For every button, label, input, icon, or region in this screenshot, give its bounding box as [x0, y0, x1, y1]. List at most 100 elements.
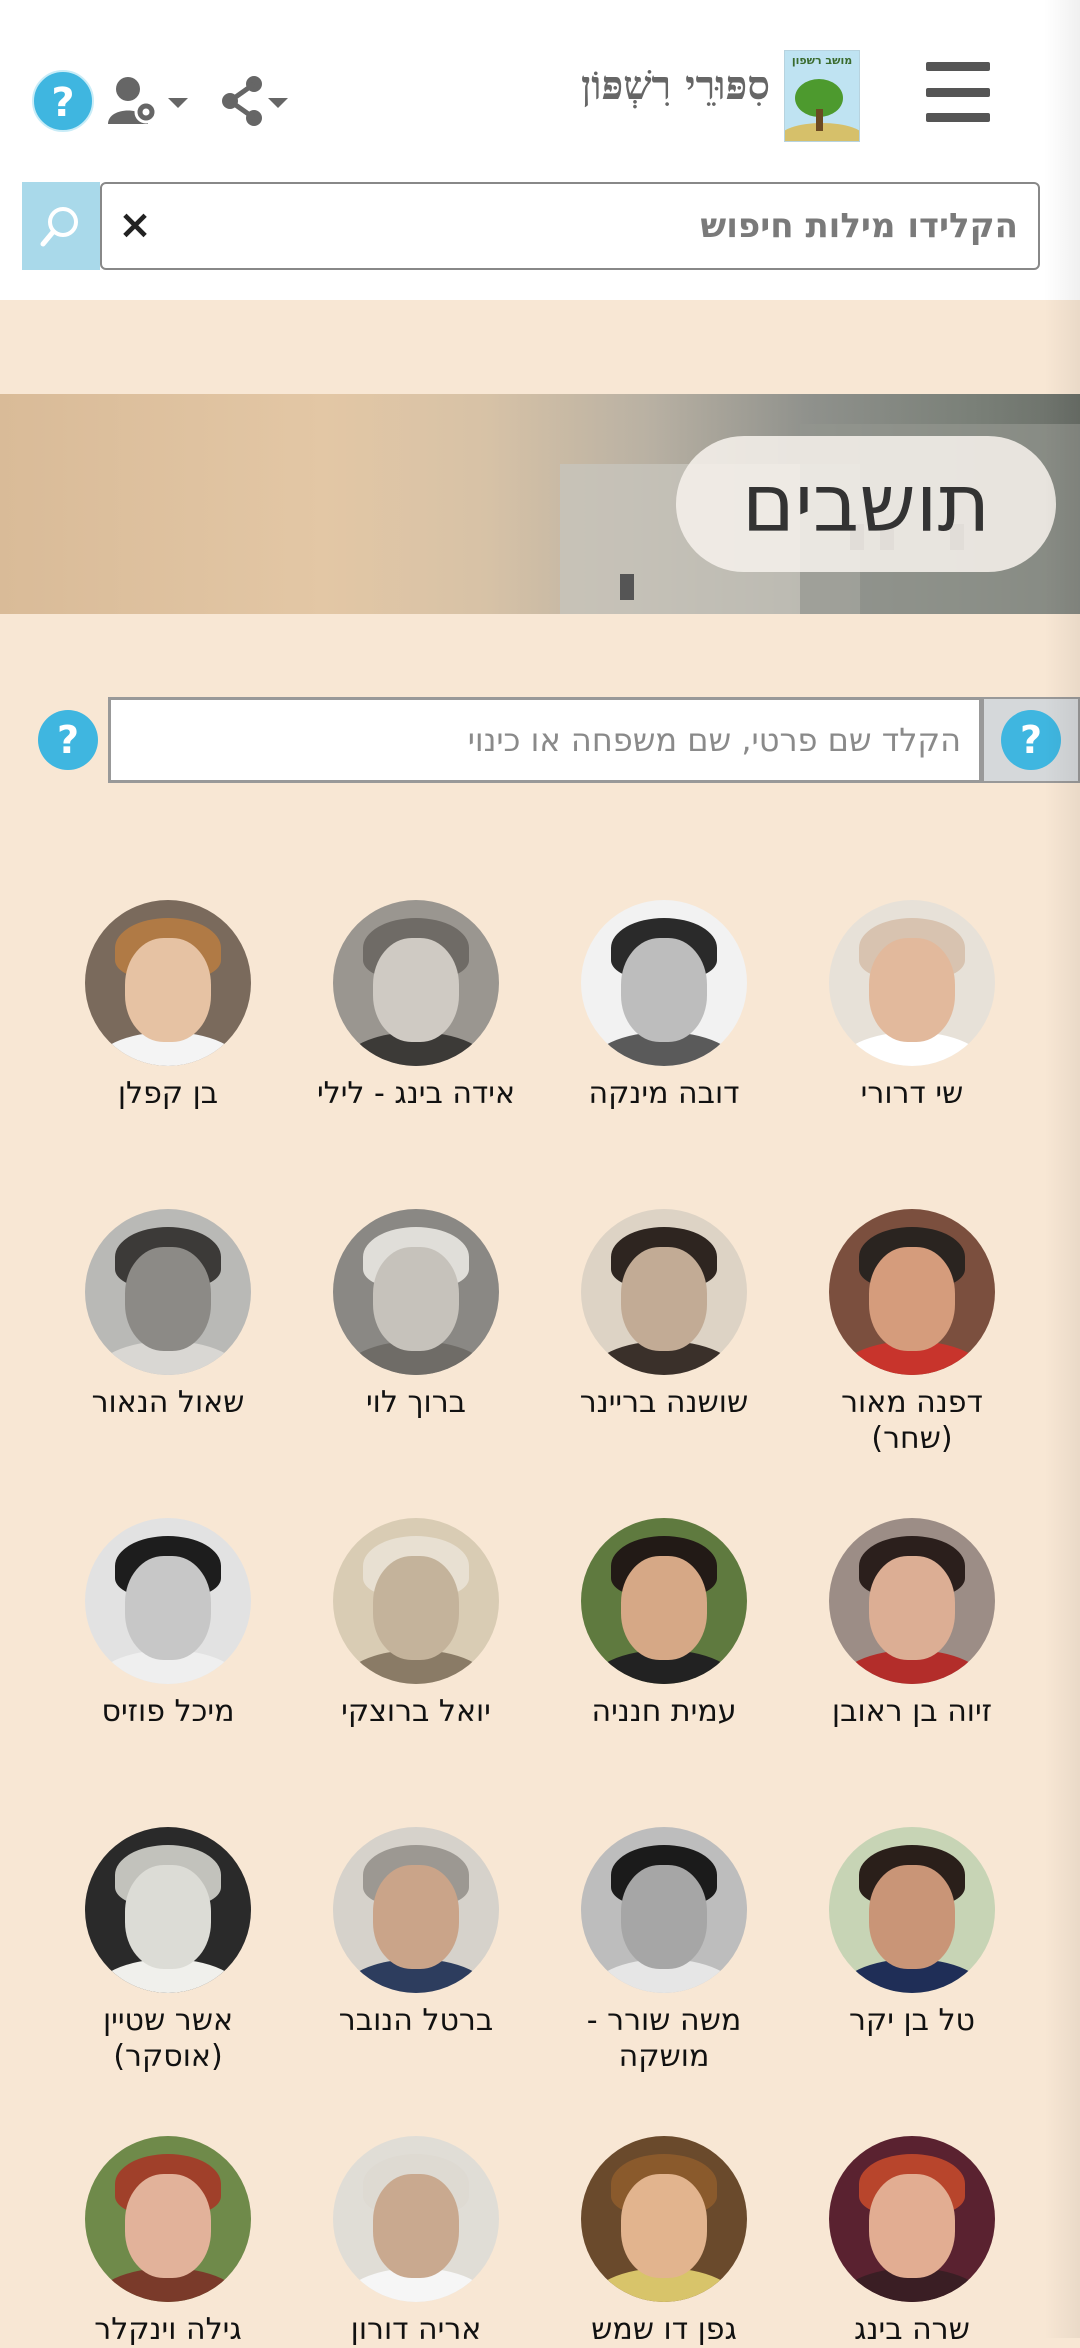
resident-name[interactable]: שי דרורי	[797, 1076, 1027, 1112]
resident-card[interactable]: אידה בינג - לילי	[301, 900, 531, 1112]
resident-photo[interactable]	[829, 2136, 995, 2302]
search-icon	[40, 207, 78, 247]
logo-text: מושב רשפון	[791, 54, 853, 67]
resident-card[interactable]: משה שורר - מושקה	[549, 1827, 779, 2075]
resident-name[interactable]: ברטל הנובר	[301, 2003, 531, 2039]
share-menu-button[interactable]	[218, 76, 290, 126]
resident-name[interactable]: בן קפלן	[53, 1076, 283, 1112]
resident-card[interactable]: גפן דו שמש	[549, 2136, 779, 2348]
resident-card[interactable]: שושנה בריינר	[549, 1209, 779, 1421]
resident-card[interactable]: זיוה בן ראובן	[797, 1518, 1027, 1730]
search-input[interactable]	[100, 182, 1040, 270]
photo-face	[869, 2174, 955, 2278]
resident-card[interactable]: טל בן יקר	[797, 1827, 1027, 2039]
resident-card[interactable]: שאול הנאור	[53, 1209, 283, 1421]
help-icon[interactable]: ?	[32, 70, 94, 132]
photo-face	[125, 1556, 211, 1660]
resident-name[interactable]: טל בן יקר	[797, 2003, 1027, 2039]
photo-face	[869, 1247, 955, 1351]
photo-face	[125, 1247, 211, 1351]
resident-photo[interactable]	[581, 2136, 747, 2302]
resident-card[interactable]: אריה דורון	[301, 2136, 531, 2348]
resident-name[interactable]: אשר שטיין (אוסקר)	[53, 2003, 283, 2075]
resident-card[interactable]: ברוך לוי	[301, 1209, 531, 1421]
resident-photo[interactable]	[333, 2136, 499, 2302]
resident-card[interactable]: עמית חנניה	[549, 1518, 779, 1730]
resident-card[interactable]: גילה וינקלר	[53, 2136, 283, 2348]
share-icon	[222, 76, 288, 126]
resident-name[interactable]: אריה דורון	[301, 2312, 531, 2348]
residents-help-button[interactable]: ?	[982, 697, 1080, 783]
residents-help-left-button[interactable]: ?	[36, 710, 98, 772]
residents-search-input[interactable]	[108, 697, 982, 783]
banner-window	[620, 574, 634, 600]
photo-face	[621, 1556, 707, 1660]
resident-photo[interactable]	[333, 1518, 499, 1684]
resident-card[interactable]: מיכל פוזיס	[53, 1518, 283, 1730]
photo-face	[373, 1865, 459, 1969]
resident-photo[interactable]	[581, 1518, 747, 1684]
photo-face	[373, 938, 459, 1042]
resident-photo[interactable]	[85, 2136, 251, 2302]
resident-card[interactable]: דובה מינקה	[549, 900, 779, 1112]
photo-face	[373, 1247, 459, 1351]
user-gear-icon	[108, 77, 188, 124]
photo-face	[125, 2174, 211, 2278]
resident-photo[interactable]	[333, 1209, 499, 1375]
resident-photo[interactable]	[581, 1209, 747, 1375]
resident-name[interactable]: יואל ברוצקי	[301, 1694, 531, 1730]
resident-photo[interactable]	[581, 900, 747, 1066]
user-settings-button[interactable]	[106, 76, 192, 126]
photo-face	[373, 2174, 459, 2278]
resident-photo[interactable]	[829, 900, 995, 1066]
resident-name[interactable]: זיוה בן ראובן	[797, 1694, 1027, 1730]
resident-photo[interactable]	[333, 1827, 499, 1993]
resident-card[interactable]: ברטל הנובר	[301, 1827, 531, 2039]
photo-face	[869, 1865, 955, 1969]
page-title: תושבים	[741, 457, 991, 550]
resident-photo[interactable]	[333, 900, 499, 1066]
photo-face	[125, 938, 211, 1042]
resident-card[interactable]: שי דרורי	[797, 900, 1027, 1112]
resident-photo[interactable]	[829, 1209, 995, 1375]
resident-name[interactable]: גפן דו שמש	[549, 2312, 779, 2348]
search-button[interactable]	[22, 182, 100, 270]
resident-photo[interactable]	[85, 1518, 251, 1684]
resident-photo[interactable]	[829, 1827, 995, 1993]
resident-card[interactable]: שרה בינג	[797, 2136, 1027, 2348]
resident-name[interactable]: מיכל פוזיס	[53, 1694, 283, 1730]
clear-search-icon[interactable]: ×	[112, 202, 158, 248]
resident-photo[interactable]	[85, 1827, 251, 1993]
resident-name[interactable]: שושנה בריינר	[549, 1385, 779, 1421]
resident-name[interactable]: עמית חנניה	[549, 1694, 779, 1730]
hamburger-menu-icon[interactable]	[926, 62, 990, 122]
scroll-shadow	[1044, 0, 1080, 2338]
resident-name[interactable]: דובה מינקה	[549, 1076, 779, 1112]
resident-card[interactable]: יואל ברוצקי	[301, 1518, 531, 1730]
resident-card[interactable]: דפנה מאור (שחר)	[797, 1209, 1027, 1457]
resident-card[interactable]: בן קפלן	[53, 900, 283, 1112]
resident-photo[interactable]	[85, 1209, 251, 1375]
app-header: מושב רשפון סִפּוּרֵי רִשְׁפּוֹן ? הקלידו…	[0, 0, 1080, 300]
site-logo[interactable]: מושב רשפון	[784, 50, 860, 142]
help-icon: ?	[1001, 710, 1061, 770]
resident-card[interactable]: אשר שטיין (אוסקר)	[53, 1827, 283, 2075]
resident-name[interactable]: שרה בינג	[797, 2312, 1027, 2348]
resident-name[interactable]: שאול הנאור	[53, 1385, 283, 1421]
resident-photo[interactable]	[581, 1827, 747, 1993]
photo-face	[621, 2174, 707, 2278]
resident-name[interactable]: משה שורר - מושקה	[549, 2003, 779, 2075]
photo-face	[621, 1247, 707, 1351]
resident-name[interactable]: ברוך לוי	[301, 1385, 531, 1421]
help-icon: ?	[38, 710, 98, 770]
photo-face	[373, 1556, 459, 1660]
site-search: ×	[22, 182, 1042, 270]
resident-name[interactable]: גילה וינקלר	[53, 2312, 283, 2348]
resident-name[interactable]: אידה בינג - לילי	[301, 1076, 531, 1112]
resident-photo[interactable]	[829, 1518, 995, 1684]
chevron-down-icon	[268, 98, 288, 108]
site-title[interactable]: סִפּוּרֵי רִשְׁפּוֹן	[520, 62, 770, 109]
resident-name[interactable]: דפנה מאור (שחר)	[797, 1385, 1027, 1457]
photo-face	[621, 1865, 707, 1969]
resident-photo[interactable]	[85, 900, 251, 1066]
